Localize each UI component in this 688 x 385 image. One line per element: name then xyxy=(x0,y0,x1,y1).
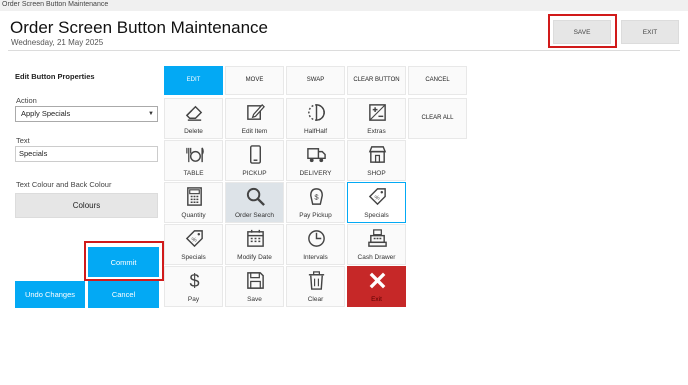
grid-button-label: Save xyxy=(247,296,262,303)
grid-button-label: TABLE xyxy=(183,170,204,177)
clear-all-button[interactable]: CLEAR ALL xyxy=(408,98,467,139)
grid-button-delete[interactable]: Delete xyxy=(164,98,223,139)
svg-text:$: $ xyxy=(189,271,199,291)
grid-button-pay[interactable]: $ Pay xyxy=(164,266,223,307)
mode-cancel-button[interactable]: CANCEL xyxy=(408,66,467,95)
tag-icon: % xyxy=(368,188,386,206)
grid-button-label: Clear xyxy=(307,296,324,303)
grid-button-label: Pay Pickup xyxy=(299,212,332,219)
truck-icon xyxy=(307,148,326,163)
grid-button-label: Modify Date xyxy=(237,254,272,261)
grid-button-specials[interactable]: % Specials xyxy=(347,182,406,223)
floppy-icon xyxy=(247,272,264,289)
save-button[interactable]: SAVE xyxy=(553,20,611,44)
action-select[interactable]: Apply Specials ▼ xyxy=(15,106,158,122)
mode-label: MOVE xyxy=(245,77,264,83)
mode-swap-button[interactable]: SWAP xyxy=(286,66,345,95)
grid-button-pay-pickup[interactable]: $ Pay Pickup xyxy=(286,182,345,223)
grid-button-clear[interactable]: Clear xyxy=(286,266,345,307)
mode-label: CANCEL xyxy=(425,77,450,83)
grid-button-edit-item[interactable]: Edit Item xyxy=(225,98,284,139)
dropdown-arrow-icon: ▼ xyxy=(148,111,154,117)
mode-label: CLEAR BUTTON xyxy=(353,77,400,83)
grid-button-quantity[interactable]: Quantity xyxy=(164,182,223,223)
grid-button-cash-drawer[interactable]: Cash Drawer xyxy=(347,224,406,265)
mode-edit-button[interactable]: EDIT xyxy=(164,66,223,95)
magnifier-icon xyxy=(246,187,265,206)
grid-button-extras[interactable]: Extras xyxy=(347,98,406,139)
grid-button-exit[interactable]: Exit xyxy=(347,266,406,307)
grid-button-label: Quantity xyxy=(181,212,206,219)
x-icon xyxy=(369,272,386,289)
grid-button-label: Order Search xyxy=(234,212,275,219)
grid-button-delivery[interactable]: DELIVERY xyxy=(286,140,345,181)
exit-button[interactable]: EXIT xyxy=(621,20,679,44)
grid-button-label: Exit xyxy=(371,296,382,303)
text-field[interactable]: Specials xyxy=(15,146,158,162)
grid-button-label: Pay xyxy=(187,296,200,303)
calendar-icon xyxy=(247,229,264,247)
header-divider xyxy=(8,50,680,51)
grid-button-save[interactable]: Save xyxy=(225,266,284,307)
action-select-value: Apply Specials xyxy=(21,109,71,118)
colours-button[interactable]: Colours xyxy=(15,193,158,218)
calculator-icon xyxy=(187,187,202,206)
half-circle-icon xyxy=(308,104,325,121)
eraser-icon xyxy=(185,105,203,121)
grid-button-intervals[interactable]: Intervals xyxy=(286,224,345,265)
commit-button[interactable]: Commit xyxy=(88,247,159,277)
grid-button-label: Delete xyxy=(184,128,203,135)
page-title: Order Screen Button Maintenance xyxy=(10,18,268,37)
grid-button-order-search[interactable]: Order Search xyxy=(225,182,284,223)
cancel-button[interactable]: Cancel xyxy=(88,281,159,308)
grid-button-label: Extras xyxy=(367,128,386,135)
grid-button-label: SHOP xyxy=(367,170,386,177)
grid-button-label: Cash Drawer xyxy=(357,254,396,261)
panel-title: Edit Button Properties xyxy=(15,72,95,81)
grid-button-halfhalf[interactable]: HalfHalf xyxy=(286,98,345,139)
page-date: Wednesday, 21 May 2025 xyxy=(11,38,104,47)
mode-label: SWAP xyxy=(306,77,325,83)
header: Order Screen Button Maintenance Wednesda… xyxy=(0,11,688,51)
grid-button-pickup[interactable]: PICKUP xyxy=(225,140,284,181)
text-label: Text xyxy=(16,136,30,145)
grid-button-label: PICKUP xyxy=(242,170,267,177)
mode-clear-button-button[interactable]: CLEAR BUTTON xyxy=(347,66,406,95)
undo-changes-button[interactable]: Undo Changes xyxy=(15,281,85,308)
grid-button-label: Intervals xyxy=(303,254,328,261)
dollar-icon: $ xyxy=(189,271,199,291)
mode-move-button[interactable]: MOVE xyxy=(225,66,284,95)
action-label: Action xyxy=(16,96,37,105)
trash-icon xyxy=(308,271,325,290)
window-title: Order Screen Button Maintenance xyxy=(0,0,688,11)
grid-button-table[interactable]: TABLE xyxy=(164,140,223,181)
shop-icon xyxy=(368,146,387,163)
grid-button-label: Edit Item xyxy=(241,128,268,135)
clear-all-label: CLEAR ALL xyxy=(421,115,454,121)
plus-minus-icon xyxy=(369,104,386,121)
grid-button-specials[interactable]: % Specials xyxy=(164,224,223,265)
table-dining-icon xyxy=(186,147,204,163)
grid-button-label: DELIVERY xyxy=(299,170,332,177)
phone-icon xyxy=(250,145,261,164)
colour-label: Text Colour and Back Colour xyxy=(16,180,112,189)
grid-button-label: Specials xyxy=(181,254,206,261)
pay-pickup-icon: $ xyxy=(310,188,323,205)
cash-register-icon xyxy=(368,229,387,247)
clock-icon xyxy=(308,230,325,247)
svg-text:%: % xyxy=(374,195,379,201)
grid-button-modify-date[interactable]: Modify Date xyxy=(225,224,284,265)
grid-button-shop[interactable]: SHOP xyxy=(347,140,406,181)
grid-button-label: HalfHalf xyxy=(303,128,328,135)
grid-button-label: Specials xyxy=(364,212,389,219)
svg-text:$: $ xyxy=(314,192,319,201)
tag-icon: % xyxy=(185,230,203,248)
mode-label: EDIT xyxy=(186,77,201,83)
svg-text:%: % xyxy=(191,237,196,243)
edit-icon xyxy=(247,103,265,120)
